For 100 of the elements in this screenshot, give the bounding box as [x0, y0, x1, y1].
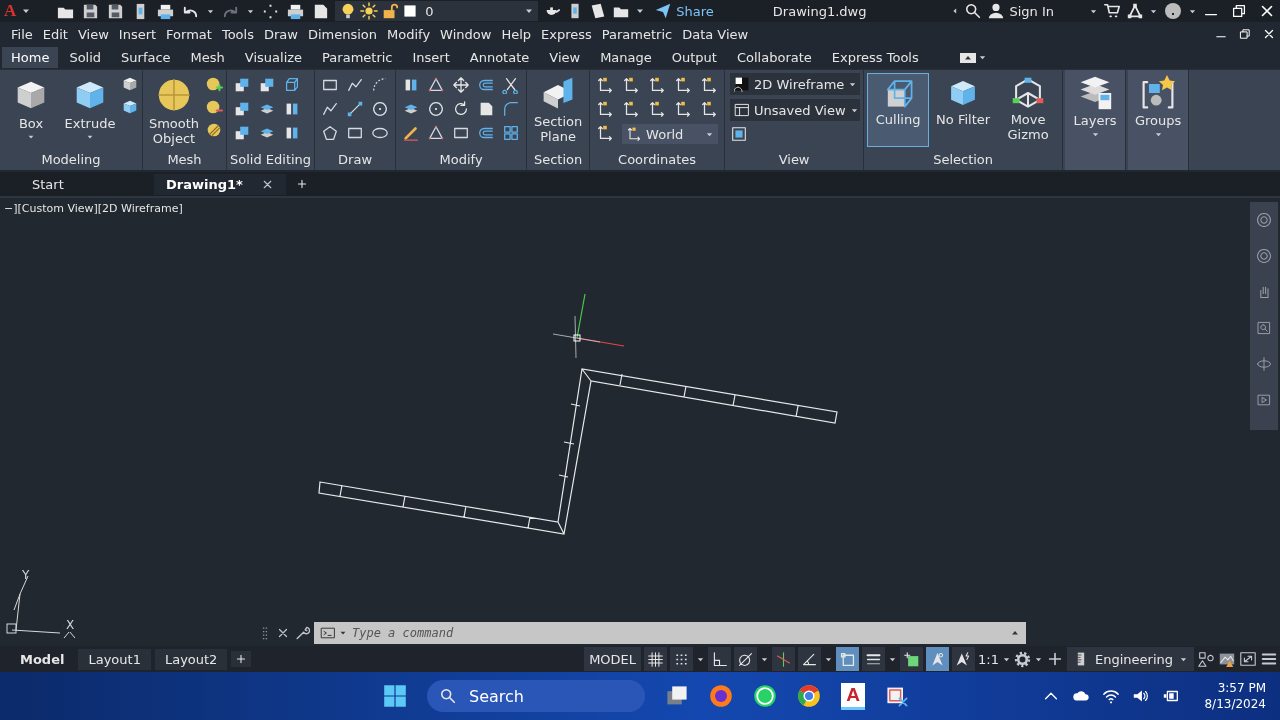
windows-logo-icon[interactable]	[383, 684, 407, 708]
ribbon-tab[interactable]: Parametric	[313, 47, 402, 68]
annotation-toggle[interactable]	[952, 647, 976, 671]
pentagon-icon[interactable]	[321, 124, 340, 142]
ribbon-tab[interactable]: Annotate	[460, 47, 539, 68]
cube-icon[interactable]	[121, 75, 139, 93]
zoom-icon[interactable]	[1256, 320, 1272, 336]
menu-item[interactable]: Draw	[260, 26, 305, 42]
clock-date[interactable]: 8/13/2024	[1204, 696, 1266, 712]
circle-icon[interactable]	[371, 100, 390, 118]
move-gizmo-button[interactable]: Move Gizmo	[997, 73, 1060, 147]
shapes-icon[interactable]	[1197, 650, 1215, 668]
ribbon-tab[interactable]: View	[540, 47, 590, 68]
ribbon-tab[interactable]: Collaborate	[727, 47, 821, 68]
fullscreen-icon[interactable]	[1239, 650, 1257, 668]
wrench-icon[interactable]	[294, 625, 310, 641]
snap-square-toggle[interactable]	[836, 647, 860, 671]
circle-icon[interactable]	[427, 100, 446, 118]
restore-icon[interactable]	[1230, 2, 1248, 20]
ribbon-tab[interactable]: Insert	[403, 47, 459, 68]
triangle-icon[interactable]	[427, 76, 446, 94]
right-angle-toggle[interactable]	[708, 647, 732, 671]
play-icon[interactable]	[1256, 392, 1272, 408]
ribbon-tab[interactable]: Visualize	[235, 47, 312, 68]
layout-tab[interactable]: Layout2	[154, 648, 228, 670]
sphere-minus-icon[interactable]	[205, 98, 223, 116]
wireframe-cube-icon[interactable]	[283, 76, 301, 94]
panel-title[interactable]: Coordinates	[593, 150, 722, 170]
menu-item[interactable]: Edit	[39, 26, 75, 42]
ribbon-tab[interactable]: Mesh	[181, 47, 234, 68]
clock-time[interactable]: 3:57 PM	[1217, 680, 1266, 696]
menu-item[interactable]: Parametric	[598, 26, 680, 42]
panel-title[interactable]: Selection	[867, 150, 1060, 170]
axes-icon[interactable]	[622, 76, 641, 94]
cube-icon[interactable]	[121, 98, 139, 116]
close-icon[interactable]	[276, 626, 290, 640]
command-field[interactable]: Type a command	[314, 622, 1026, 644]
menu-item[interactable]: Express	[538, 26, 599, 42]
new-layout-button[interactable]	[231, 651, 252, 667]
menu-item[interactable]: Dimension	[304, 26, 385, 42]
culling-button[interactable]: Culling	[867, 73, 930, 147]
axes-icon[interactable]	[674, 76, 693, 94]
ucs-dropdown[interactable]: World	[622, 124, 719, 144]
annotation-scale[interactable]: 1:1	[978, 651, 999, 667]
sphere-icon[interactable]	[205, 121, 223, 139]
sign-in-button[interactable]: Sign In	[987, 2, 1054, 20]
axes-icon[interactable]	[648, 76, 667, 94]
menu-item[interactable]: Insert	[115, 26, 164, 42]
ribbon-tab[interactable]: Home	[2, 47, 59, 68]
file-tab[interactable]: Drawing1*	[154, 173, 286, 195]
menu-item[interactable]: File	[8, 26, 40, 42]
axes-icon[interactable]	[700, 100, 719, 118]
browser-icon[interactable]	[797, 684, 821, 708]
gear-icon[interactable]	[1014, 650, 1031, 668]
menu-item[interactable]: View	[74, 26, 116, 42]
box-button[interactable]: Box	[3, 73, 59, 144]
panel-title[interactable]: Modeling	[3, 150, 139, 170]
pencil-icon[interactable]	[402, 124, 421, 142]
viewport-label[interactable]: −][Custom View][2D Wireframe]	[4, 202, 183, 215]
scissors-icon[interactable]	[502, 76, 521, 94]
angle-toggle[interactable]	[798, 647, 822, 671]
plus-icon[interactable]	[1046, 650, 1064, 668]
caret-icon[interactable]	[977, 53, 987, 62]
menu-item[interactable]: Data View	[679, 26, 756, 42]
menu-item[interactable]: Format	[163, 26, 219, 42]
close-icon[interactable]	[1262, 27, 1276, 41]
wifi-icon[interactable]	[1102, 687, 1121, 705]
polyline-icon[interactable]	[346, 76, 365, 94]
cad-app-icon[interactable]: A	[841, 682, 865, 710]
axes-icon[interactable]	[622, 100, 641, 118]
share-button[interactable]: Share	[650, 2, 718, 20]
ribbon-tab[interactable]: Surface	[112, 47, 180, 68]
line-icon[interactable]	[346, 100, 365, 118]
axes-icon[interactable]	[700, 76, 719, 94]
file-tab[interactable]: Start	[20, 173, 154, 195]
panel-title[interactable]: Solid Editing	[230, 150, 312, 170]
visual-style-dropdown[interactable]: 2D Wireframe	[730, 73, 861, 95]
sphere-plus-icon[interactable]	[205, 75, 223, 93]
panel-title[interactable]: View	[728, 150, 861, 170]
menu-item[interactable]: Modify	[384, 26, 438, 42]
layer-dropdown[interactable]: 0	[335, 1, 539, 21]
dot-grid-toggle[interactable]	[670, 647, 694, 671]
extrude-button[interactable]: Extrude	[62, 73, 118, 144]
ribbon-tab[interactable]: Solid	[60, 47, 111, 68]
no-filter-button[interactable]: No Filter	[932, 73, 995, 147]
frame-icon[interactable]	[730, 125, 749, 143]
panel-title[interactable]: Mesh	[146, 150, 223, 170]
menu-item[interactable]: Help	[498, 26, 538, 42]
triangle-icon[interactable]	[427, 124, 446, 142]
ribbon-tab[interactable]: Express Tools	[822, 47, 928, 68]
overlapping-squares-icon[interactable]	[233, 124, 251, 142]
ring-icon[interactable]	[1256, 248, 1272, 264]
axes-icon[interactable]	[648, 100, 667, 118]
menu-item[interactable]: Window	[437, 26, 499, 42]
lineweight-toggle[interactable]	[862, 647, 886, 671]
axes-icon[interactable]	[596, 76, 615, 94]
grid-toggle[interactable]	[644, 647, 668, 671]
polar-circle-toggle[interactable]	[734, 647, 758, 671]
taskbar-search-field[interactable]: Search	[427, 680, 645, 712]
panel-title[interactable]: Section	[530, 150, 587, 170]
